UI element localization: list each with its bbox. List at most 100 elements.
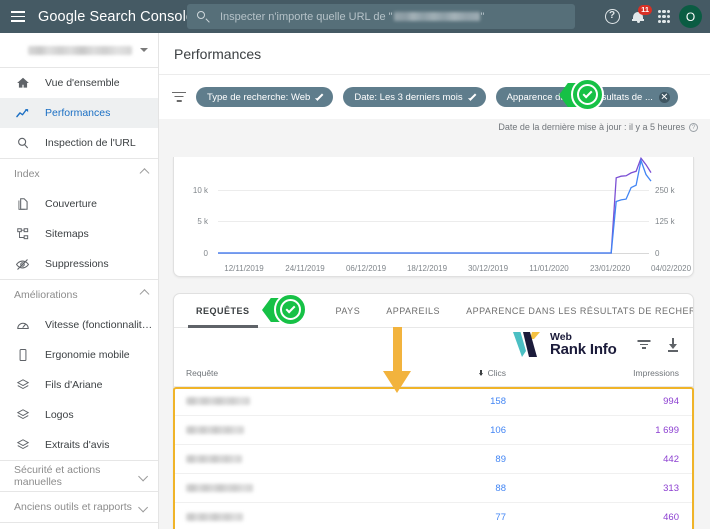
filter-icon[interactable] [172, 91, 186, 103]
sidebar-item-liens[interactable]: Liens [0, 523, 158, 529]
column-header-clics-label: Clics [487, 368, 506, 378]
x-axis-tick: 12/11/2019 [224, 264, 264, 273]
sidebar-item-inspection-url[interactable]: Inspection de l'URL [0, 128, 158, 158]
search-input-placeholder: Inspecter n'importe quelle URL de " " [220, 11, 484, 23]
tab-apparence-resultats[interactable]: APPARENCE DANS LES RÉSULTATS DE RECHERCH… [466, 294, 693, 328]
webrankinfo-logo-mark [512, 331, 545, 358]
download-icon[interactable] [665, 337, 681, 353]
close-icon[interactable] [658, 91, 670, 103]
sidebar: Vue d'ensemble Performances Inspection d… [0, 33, 159, 529]
table-head: Requête Clics Impressions [174, 362, 693, 387]
logo-line-2: Rank Info [550, 340, 617, 358]
sidebar-section-ameliorations[interactable]: Améliorations [0, 280, 158, 310]
last-update-info: Date de la dernière mise à jour : il y a… [498, 122, 698, 132]
column-header-clics[interactable]: Clics [347, 362, 520, 387]
document-icon [14, 196, 31, 213]
sidebar-section-anciens-outils[interactable]: Anciens outils et rapports [0, 492, 158, 522]
x-axis-tick: 11/01/2020 [529, 264, 569, 273]
google-apps-button[interactable] [651, 4, 677, 30]
dimension-tabs: REQUÊTES PAYS APPAREILS APPARENCE DANS L… [174, 294, 693, 328]
table-row[interactable]: 88 313 [174, 473, 693, 503]
top-bar-actions: ? 11 O [599, 0, 702, 33]
filter-chip-search-appearance[interactable]: Apparence dans les résultats de ... [495, 87, 678, 107]
tab-requetes[interactable]: REQUÊTES [188, 294, 257, 328]
table-row[interactable]: 158 994 [174, 386, 693, 416]
x-axis-tick: 23/01/2020 [589, 264, 631, 273]
sidebar-item-label: Extraits d'avis [45, 439, 110, 451]
sidebar-item-label: Performances [45, 107, 111, 119]
query-redacted [186, 513, 243, 521]
cell-clics: 106 [347, 415, 520, 445]
last-update-text: Date de la dernière mise à jour : il y a… [498, 122, 685, 132]
webrankinfo-logo: Web Rank Info [512, 331, 617, 358]
notifications-button[interactable]: 11 [625, 4, 652, 30]
cell-query [174, 386, 347, 416]
cell-clics: 77 [347, 502, 520, 529]
sidebar-item-label: Inspection de l'URL [45, 137, 136, 149]
x-axis-tick: 04/02/2020 [650, 264, 692, 273]
sidebar-item-extraits-davis[interactable]: Extraits d'avis [0, 430, 158, 460]
table-body: 158 994 106 1 699 89 442 88 313 77 460 [174, 386, 693, 529]
tab-pays[interactable]: PAYS [336, 294, 361, 328]
chevron-down-icon [140, 48, 148, 52]
sidebar-section-index[interactable]: Index [0, 159, 158, 189]
pencil-icon [315, 93, 325, 102]
sidebar-item-logos[interactable]: Logos [0, 400, 158, 430]
sidebar-item-label: Sitemaps [45, 228, 89, 240]
sidebar-item-vue-densemble[interactable]: Vue d'ensemble [0, 68, 158, 98]
filter-chip-date[interactable]: Date: Les 3 derniers mois [343, 87, 486, 107]
table-row[interactable]: 77 460 [174, 502, 693, 529]
table-row[interactable]: 106 1 699 [174, 415, 693, 445]
search-icon [197, 10, 210, 24]
webrankinfo-logo-text: Web Rank Info [550, 332, 617, 357]
property-selector[interactable] [0, 33, 158, 67]
avatar[interactable]: O [679, 5, 702, 28]
sidebar-item-ergonomie-mobile[interactable]: Ergonomie mobile [0, 340, 158, 370]
sidebar-section-label: Index [14, 168, 40, 180]
column-header-impressions[interactable]: Impressions [520, 362, 693, 387]
brand-search-console: Search Console [89, 8, 195, 25]
sidebar-section-securite[interactable]: Sécurité et actions manuelles [0, 461, 158, 491]
filter-bar: Type de recherche: Web Date: Les 3 derni… [159, 74, 710, 132]
sort-desc-arrow-icon [478, 370, 485, 377]
cell-clics: 89 [347, 444, 520, 474]
sidebar-item-vitesse[interactable]: Vitesse (fonctionnalité expérim... [0, 310, 158, 340]
page-header: Performances [159, 33, 710, 74]
column-header-requete[interactable]: Requête [174, 362, 347, 387]
sidebar-item-label: Logos [45, 409, 74, 421]
property-name-redacted [28, 45, 132, 55]
trending-up-icon [14, 105, 31, 122]
performance-table-card: REQUÊTES PAYS APPAREILS APPARENCE DANS L… [173, 293, 694, 529]
hamburger-icon[interactable] [11, 11, 25, 22]
x-axis-tick: 24/11/2019 [285, 264, 325, 273]
sidebar-item-fils-dariane[interactable]: Fils d'Ariane [0, 370, 158, 400]
query-redacted [186, 397, 250, 405]
performance-chart[interactable]: 10 k 5 k 0 250 k 125 k 0 12/11/2019 24/1… [174, 157, 693, 276]
performance-chart-card: 10 k 5 k 0 250 k 125 k 0 12/11/2019 24/1… [173, 157, 694, 277]
queries-table: Requête Clics Impressions 158 994 106 1 … [174, 362, 693, 529]
home-icon [14, 75, 31, 92]
filter-chip-search-type[interactable]: Type de recherche: Web [196, 87, 334, 107]
cell-impressions: 994 [520, 386, 693, 416]
tab-appareils[interactable]: APPAREILS [386, 294, 440, 328]
top-app-bar: Google Search Console Inspecter n'import… [0, 0, 710, 33]
url-inspection-search[interactable]: Inspecter n'importe quelle URL de " " [187, 4, 575, 29]
eye-off-icon [14, 256, 31, 273]
table-row[interactable]: 89 442 [174, 444, 693, 474]
x-axis-tick: 30/12/2019 [467, 264, 509, 273]
sidebar-item-couverture[interactable]: Couverture [0, 189, 158, 219]
query-redacted [186, 426, 244, 434]
sidebar-item-sitemaps[interactable]: Sitemaps [0, 219, 158, 249]
cell-impressions: 313 [520, 473, 693, 503]
app-brand: Google Search Console [38, 9, 194, 25]
query-redacted [186, 484, 253, 492]
sidebar-item-performances[interactable]: Performances [0, 98, 158, 128]
filter-chip-label: Date: Les 3 derniers mois [354, 91, 463, 103]
help-button[interactable]: ? [599, 4, 625, 30]
help-icon[interactable]: ? [689, 122, 698, 132]
apps-grid-icon [657, 10, 671, 23]
page-title: Performances [174, 45, 262, 62]
cell-impressions: 1 699 [520, 415, 693, 445]
table-filter-icon[interactable] [636, 337, 652, 353]
sidebar-item-suppressions[interactable]: Suppressions [0, 249, 158, 279]
